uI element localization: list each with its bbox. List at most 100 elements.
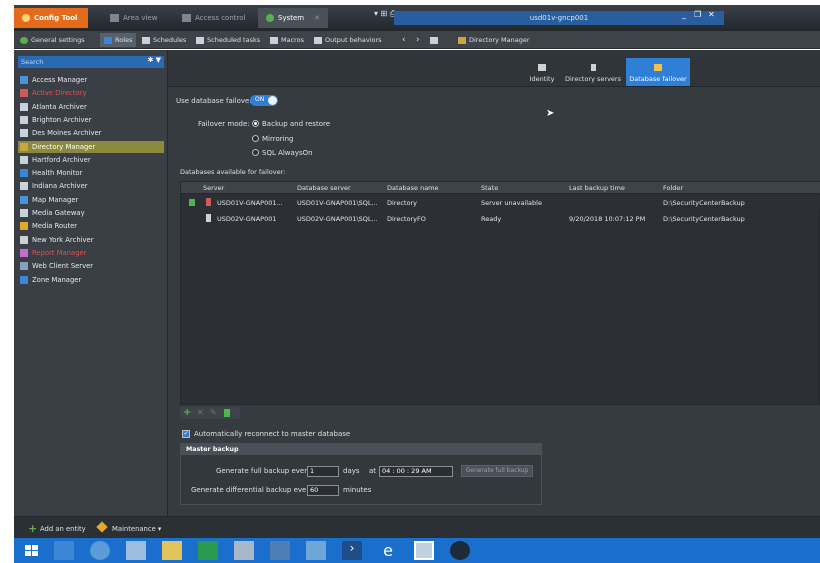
macros-button[interactable]: Macros — [266, 33, 308, 47]
column-header[interactable]: Database name — [387, 184, 439, 192]
internet-explorer-icon[interactable]: e — [378, 541, 398, 560]
maintenance-button[interactable]: Maintenance ▾ — [112, 525, 161, 533]
edit-icon[interactable]: ✎ — [210, 408, 217, 417]
radio-sql-alwayson[interactable] — [252, 149, 259, 156]
clear-search-icon[interactable]: ✱ — [148, 56, 154, 64]
sidebar-item[interactable]: Hartford Archiver — [18, 154, 164, 166]
sidebar-item[interactable]: Des Moines Archiver — [18, 127, 164, 139]
control-panel-icon[interactable] — [234, 541, 254, 560]
tab-identity[interactable]: Identity — [524, 58, 560, 86]
sidebar-item[interactable]: Active Directory — [18, 87, 164, 99]
sidebar-item[interactable]: Brighton Archiver — [18, 114, 164, 126]
sidebar-item[interactable]: Zone Manager — [18, 274, 164, 286]
column-header[interactable]: Server — [203, 184, 224, 192]
role-icon — [20, 89, 28, 98]
forward-icon[interactable]: › — [412, 33, 424, 47]
failover-mode-label: Failover mode: — [198, 120, 250, 128]
database-table: Server Database server Database name Sta… — [180, 181, 820, 405]
table-row[interactable]: USD02V-GNAP001 USD02V-GNAP001\SQL... Dir… — [181, 211, 820, 226]
mode-label: SQL AlwaysOn — [262, 149, 313, 157]
minimize-icon[interactable]: _ — [682, 10, 686, 19]
backup-time-input[interactable]: 04 : 00 : 29 AM — [379, 466, 453, 477]
add-entity-button[interactable]: Add an entity — [40, 525, 86, 533]
sidebar-item[interactable]: Indiana Archiver — [18, 180, 164, 192]
store-icon[interactable] — [198, 541, 218, 560]
sidebar-item[interactable]: Health Monitor — [18, 167, 164, 179]
general-settings-button[interactable]: General settings — [16, 33, 89, 47]
breadcrumb[interactable]: Directory Manager — [454, 33, 534, 47]
status-bar: + Add an entity Maintenance ▾ — [14, 516, 820, 538]
delete-icon[interactable]: ✕ — [197, 408, 204, 417]
auto-reconnect-checkbox[interactable]: ✓ — [182, 430, 190, 438]
window-title: usd01v-gncp001 — [394, 11, 724, 25]
tab-area-view[interactable]: Area view — [102, 8, 165, 28]
powershell-icon[interactable]: › — [342, 541, 362, 560]
scheduled-tasks-button[interactable]: Scheduled tasks — [192, 33, 264, 47]
sidebar-item[interactable]: Web Client Server — [18, 260, 164, 272]
history-icon[interactable] — [426, 33, 442, 47]
maximize-icon[interactable]: ❐ — [694, 10, 701, 19]
generate-full-backup-button[interactable]: Generate full backup — [461, 465, 533, 477]
filter-icon[interactable]: ▼ — [156, 56, 161, 64]
tab-config-tool[interactable]: Config Tool — [14, 8, 88, 28]
table-row[interactable]: USD01V-GNAP001... USD01V-GNAP001\SQL... … — [181, 195, 820, 210]
close-tab-icon[interactable]: ✕ — [314, 14, 320, 22]
back-icon[interactable]: ‹ — [398, 33, 410, 47]
radio-backup-restore[interactable] — [252, 120, 259, 127]
security-center-icon[interactable] — [270, 541, 290, 560]
users-icon[interactable] — [90, 541, 110, 560]
macros-icon — [270, 36, 278, 44]
tab-system[interactable]: System ✕ — [258, 8, 328, 28]
sidebar-item-label: Brighton Archiver — [32, 115, 92, 124]
activate-icon[interactable] — [224, 409, 230, 417]
file-explorer-icon[interactable] — [162, 541, 182, 560]
windows-start-icon[interactable] — [22, 541, 42, 560]
area-view-icon — [110, 14, 119, 22]
master-status-icon — [189, 199, 195, 206]
tab-directory-servers[interactable]: Directory servers — [562, 58, 624, 86]
toolbar-label: Macros — [281, 36, 305, 44]
column-header[interactable]: Folder — [663, 184, 683, 192]
sidebar-item[interactable]: Map Manager — [18, 194, 164, 206]
close-window-icon[interactable]: ✕ — [708, 10, 715, 19]
scheduled-tasks-icon — [196, 36, 204, 44]
role-icon — [20, 248, 28, 257]
column-header[interactable]: Database server — [297, 184, 351, 192]
add-icon[interactable]: + — [183, 407, 191, 418]
search-tools[interactable]: ✱ ▼ — [148, 56, 162, 64]
sidebar-item-label: Map Manager — [32, 195, 79, 204]
roles-button[interactable]: Roles — [100, 33, 137, 47]
sidebar-item[interactable]: New York Archiver — [18, 234, 164, 246]
remote-desktop-icon[interactable] — [414, 541, 434, 560]
network-icon[interactable] — [126, 541, 146, 560]
cell-folder: D:\SecurityCenterBackup — [663, 215, 745, 223]
server-manager-icon[interactable] — [54, 541, 74, 560]
sidebar-item[interactable]: Directory Manager — [18, 140, 164, 153]
sql-icon[interactable] — [306, 541, 326, 560]
sidebar-item[interactable]: Atlanta Archiver — [18, 101, 164, 113]
quick-icons[interactable]: ▾ ⊞ ⎙ — [374, 9, 396, 19]
cell-last-backup: 9/20/2018 10:07:12 PM — [569, 215, 646, 223]
diff-backup-minutes-input[interactable]: 60 — [307, 485, 339, 496]
column-header[interactable]: State — [481, 184, 498, 192]
auto-reconnect-label: Automatically reconnect to master databa… — [194, 430, 351, 438]
tab-label: Access control — [195, 14, 246, 22]
tab-database-failover[interactable]: Database failover — [626, 58, 690, 86]
sidebar-item[interactable]: Report Manager — [18, 247, 164, 259]
radio-mirroring[interactable] — [252, 135, 259, 142]
cell-db-server: USD01V-GNAP001\SQL... — [297, 199, 378, 207]
search-input[interactable]: Search — [18, 56, 164, 68]
sidebar-item[interactable]: Access Manager — [18, 74, 164, 86]
tab-access-control[interactable]: Access control — [174, 8, 253, 28]
sidebar-item[interactable]: Media Router — [18, 220, 164, 232]
output-behaviors-button[interactable]: Output behaviors — [310, 33, 386, 47]
column-header[interactable]: Last backup time — [569, 184, 625, 192]
directory-servers-icon — [590, 64, 596, 71]
failover-toggle[interactable]: ON — [250, 95, 278, 106]
sidebar-item[interactable]: Media Gateway — [18, 207, 164, 219]
config-tool-taskbar-icon[interactable] — [450, 541, 470, 560]
schedules-button[interactable]: Schedules — [138, 33, 190, 47]
full-backup-days-input[interactable]: 1 — [307, 466, 339, 477]
sidebar-item-label: Indiana Archiver — [32, 182, 88, 191]
role-icon — [20, 195, 28, 204]
